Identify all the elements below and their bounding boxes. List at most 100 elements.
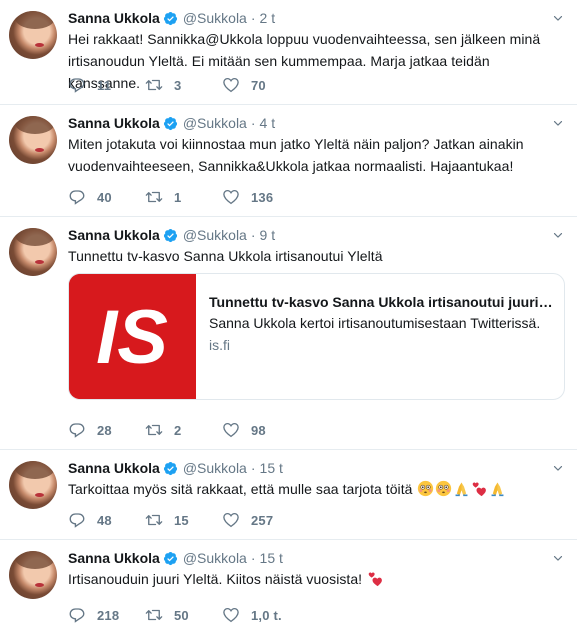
tweet-actions: 218 50 1,0 t.: [68, 606, 299, 624]
separator-dot: ·: [250, 460, 256, 476]
tweet-actions: 11 3 70: [68, 76, 299, 94]
two-hearts-emoji: [473, 482, 487, 497]
reply-count: 48: [97, 512, 112, 528]
user-handle[interactable]: @Sukkola: [183, 115, 247, 131]
chevron-down-icon[interactable]: [551, 11, 565, 25]
tweet-header: Sanna Ukkola @Sukkola · 9 t: [68, 226, 565, 244]
retweet-icon: [145, 424, 163, 436]
heart-icon: [223, 189, 239, 205]
retweet-button[interactable]: 50: [145, 606, 222, 624]
reply-icon: [69, 78, 85, 93]
card-thumbnail: IS: [69, 274, 196, 399]
tweet-text: Tarkoittaa myös sitä rakkaat, että mulle…: [68, 481, 413, 497]
flushed-face-emoji: [436, 480, 452, 497]
user-handle[interactable]: @Sukkola: [183, 227, 247, 243]
reply-button[interactable]: 218: [68, 606, 145, 624]
tweet[interactable]: Sanna Ukkola @Sukkola · 2 t Hei rakkaat!…: [0, 0, 577, 105]
like-count: 1,0 t.: [251, 607, 282, 623]
heart-icon: [223, 77, 239, 93]
tweet[interactable]: Sanna Ukkola @Sukkola · 15 t Irtisanoudu…: [0, 540, 577, 634]
reply-button[interactable]: 28: [68, 421, 145, 439]
user-name[interactable]: Sanna Ukkola: [68, 227, 160, 243]
reply-count: 40: [97, 189, 112, 205]
avatar[interactable]: [9, 11, 57, 59]
user-name[interactable]: Sanna Ukkola: [68, 550, 160, 566]
heart-icon: [223, 422, 239, 438]
user-name[interactable]: Sanna Ukkola: [68, 10, 160, 26]
card-title: Tunnettu tv-kasvo Sanna Ukkola irtisanou…: [209, 294, 554, 310]
tweet-text: Irtisanouduin juuri Yleltä. Kiitos näist…: [68, 571, 363, 587]
tweet-text: Miten jotakuta voi kiinnostaa mun jatko …: [68, 136, 524, 174]
avatar[interactable]: [9, 228, 57, 276]
avatar[interactable]: [9, 461, 57, 509]
reply-count: 218: [97, 607, 120, 623]
chevron-down-icon[interactable]: [551, 551, 565, 565]
like-button[interactable]: 98: [222, 421, 299, 439]
like-count: 257: [251, 512, 274, 528]
like-count: 98: [251, 422, 266, 438]
retweet-icon: [145, 609, 163, 621]
user-handle[interactable]: @Sukkola: [183, 550, 247, 566]
retweet-count: 2: [174, 422, 182, 438]
tweet-text-block: Irtisanouduin juuri Yleltä. Kiitos näist…: [68, 568, 565, 590]
like-button[interactable]: 70: [222, 76, 299, 94]
reply-icon: [69, 423, 85, 438]
retweet-icon: [145, 79, 163, 91]
verified-badge-icon: [163, 116, 177, 130]
tweet-time[interactable]: 4 t: [260, 115, 276, 131]
tweet-header: Sanna Ukkola @Sukkola · 15 t: [68, 549, 565, 567]
retweet-button[interactable]: 1: [145, 188, 222, 206]
reply-button[interactable]: 48: [68, 511, 145, 529]
tweet-feed: Sanna Ukkola @Sukkola · 2 t Hei rakkaat!…: [0, 0, 577, 634]
user-name[interactable]: Sanna Ukkola: [68, 460, 160, 476]
chevron-down-icon[interactable]: [551, 116, 565, 130]
two-hearts-emoji: [368, 572, 382, 587]
retweet-icon: [145, 191, 163, 203]
tweet-time[interactable]: 9 t: [260, 227, 276, 243]
like-button[interactable]: 257: [222, 511, 299, 529]
reply-icon: [69, 190, 85, 205]
retweet-count: 15: [174, 512, 189, 528]
separator-dot: ·: [250, 115, 256, 131]
tweet-header: Sanna Ukkola @Sukkola · 4 t: [68, 114, 565, 132]
tweet-time[interactable]: 2 t: [260, 10, 276, 26]
retweet-count: 50: [174, 607, 189, 623]
flushed-face-emoji: [418, 480, 434, 497]
link-card[interactable]: IS Tunnettu tv-kasvo Sanna Ukkola irtisa…: [68, 273, 565, 400]
tweet-time[interactable]: 15 t: [260, 550, 283, 566]
chevron-down-icon[interactable]: [551, 228, 565, 242]
avatar[interactable]: [9, 116, 57, 164]
user-handle[interactable]: @Sukkola: [183, 10, 247, 26]
user-handle[interactable]: @Sukkola: [183, 460, 247, 476]
tweet-actions: 40 1 136: [68, 188, 299, 206]
retweet-button[interactable]: 15: [145, 511, 222, 529]
user-name[interactable]: Sanna Ukkola: [68, 115, 160, 131]
folded-hands-emoji: [456, 482, 468, 497]
like-button[interactable]: 136: [222, 188, 299, 206]
retweet-button[interactable]: 3: [145, 76, 222, 94]
tweet[interactable]: Sanna Ukkola @Sukkola · 4 t Miten jotaku…: [0, 105, 577, 217]
like-count: 136: [251, 189, 274, 205]
tweet[interactable]: Sanna Ukkola @Sukkola · 15 t Tarkoittaa …: [0, 450, 577, 540]
tweet[interactable]: Sanna Ukkola @Sukkola · 9 t Tunnettu tv-…: [0, 217, 577, 450]
separator-dot: ·: [250, 550, 256, 566]
verified-badge-icon: [163, 461, 177, 475]
folded-hands-emoji: [492, 482, 504, 497]
like-count: 70: [251, 77, 266, 93]
retweet-count: 3: [174, 77, 182, 93]
avatar[interactable]: [9, 551, 57, 599]
card-description: Sanna Ukkola kertoi irtisanoutumisestaan…: [209, 315, 541, 331]
reply-button[interactable]: 11: [68, 76, 145, 94]
retweet-icon: [145, 514, 163, 526]
reply-button[interactable]: 40: [68, 188, 145, 206]
tweet-actions: 28 2 98: [68, 421, 299, 439]
like-button[interactable]: 1,0 t.: [222, 606, 299, 624]
tweet-time[interactable]: 15 t: [260, 460, 283, 476]
chevron-down-icon[interactable]: [551, 461, 565, 475]
separator-dot: ·: [250, 227, 256, 243]
tweet-header: Sanna Ukkola @Sukkola · 15 t: [68, 459, 565, 477]
retweet-button[interactable]: 2: [145, 421, 222, 439]
is-logo: IS: [69, 274, 196, 399]
verified-badge-icon: [163, 228, 177, 242]
verified-badge-icon: [163, 11, 177, 25]
